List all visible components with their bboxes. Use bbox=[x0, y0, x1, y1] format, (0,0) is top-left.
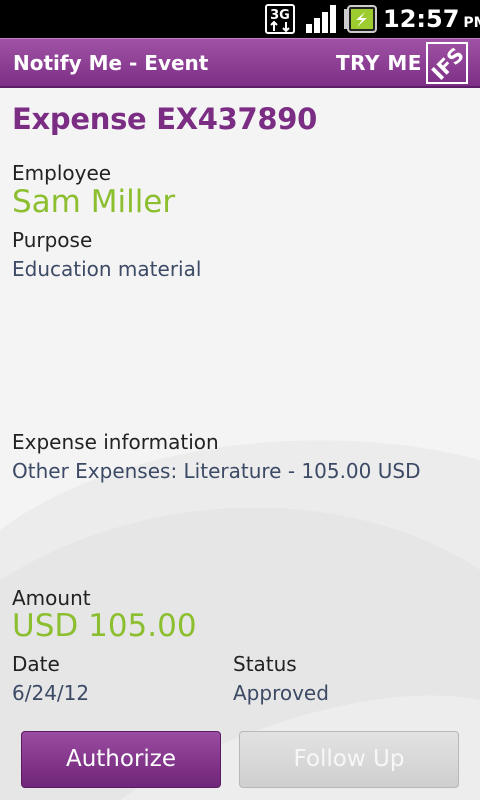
ifs-logo: IFS bbox=[426, 42, 469, 85]
status-label: Status bbox=[233, 652, 297, 676]
status-bar: 3G 12:57PM bbox=[0, 0, 480, 38]
svg-text:3G: 3G bbox=[270, 8, 290, 23]
clock-time: 12:57 bbox=[383, 5, 460, 33]
employee-name: Sam Miller bbox=[12, 184, 176, 220]
follow-up-button[interactable]: Follow Up bbox=[239, 731, 459, 788]
date-value: 6/24/12 bbox=[12, 681, 90, 705]
clock-ampm: PM bbox=[463, 15, 480, 31]
employee-label: Employee bbox=[12, 161, 112, 185]
try-me-button[interactable]: TRY ME bbox=[336, 39, 422, 87]
purpose-label: Purpose bbox=[12, 228, 93, 252]
ifs-logo-mark: IFS bbox=[427, 43, 469, 85]
signal-icon bbox=[306, 5, 336, 33]
amount-label: Amount bbox=[12, 586, 91, 610]
status-value: Approved bbox=[233, 681, 329, 705]
app-title: Notify Me - Event bbox=[13, 51, 209, 75]
title-bar: Notify Me - Event TRY ME IFS bbox=[0, 38, 480, 88]
authorize-button[interactable]: Authorize bbox=[21, 731, 221, 788]
expense-info-label: Expense information bbox=[12, 430, 219, 454]
expense-heading: Expense EX437890 bbox=[12, 102, 318, 136]
clock: 12:57PM bbox=[383, 4, 480, 34]
expense-info-value: Other Expenses: Literature - 105.00 USD bbox=[12, 459, 421, 483]
3g-data-icon: 3G bbox=[265, 4, 295, 34]
battery-charging-icon bbox=[344, 5, 377, 33]
svg-text:IFS: IFS bbox=[428, 44, 466, 82]
date-label: Date bbox=[12, 652, 60, 676]
amount-value: USD 105.00 bbox=[12, 608, 197, 644]
purpose-value: Education material bbox=[12, 257, 202, 281]
